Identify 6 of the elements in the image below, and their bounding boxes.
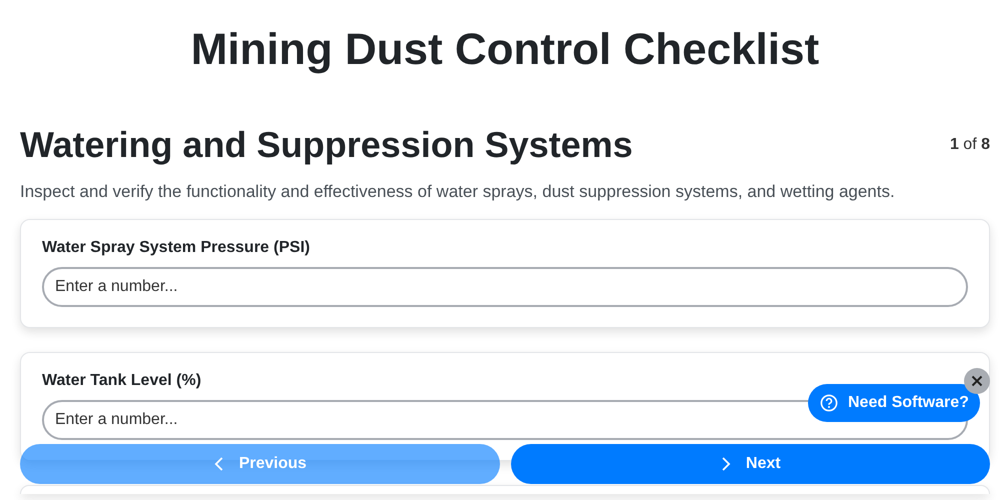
field-label: Water Tank Level (%) [42, 372, 202, 390]
page-title: Mining Dust Control Checklist [190, 24, 820, 76]
section-title: Watering and Suppression Systems [20, 124, 633, 166]
page-counter: 1 of 8 [950, 136, 990, 154]
section-description: Inspect and verify the functionality and effectiveness of water sprays, dust suppression systems, and wetting agents. [20, 182, 896, 202]
field-label: Water Spray System Pressure (PSI) [42, 239, 311, 257]
